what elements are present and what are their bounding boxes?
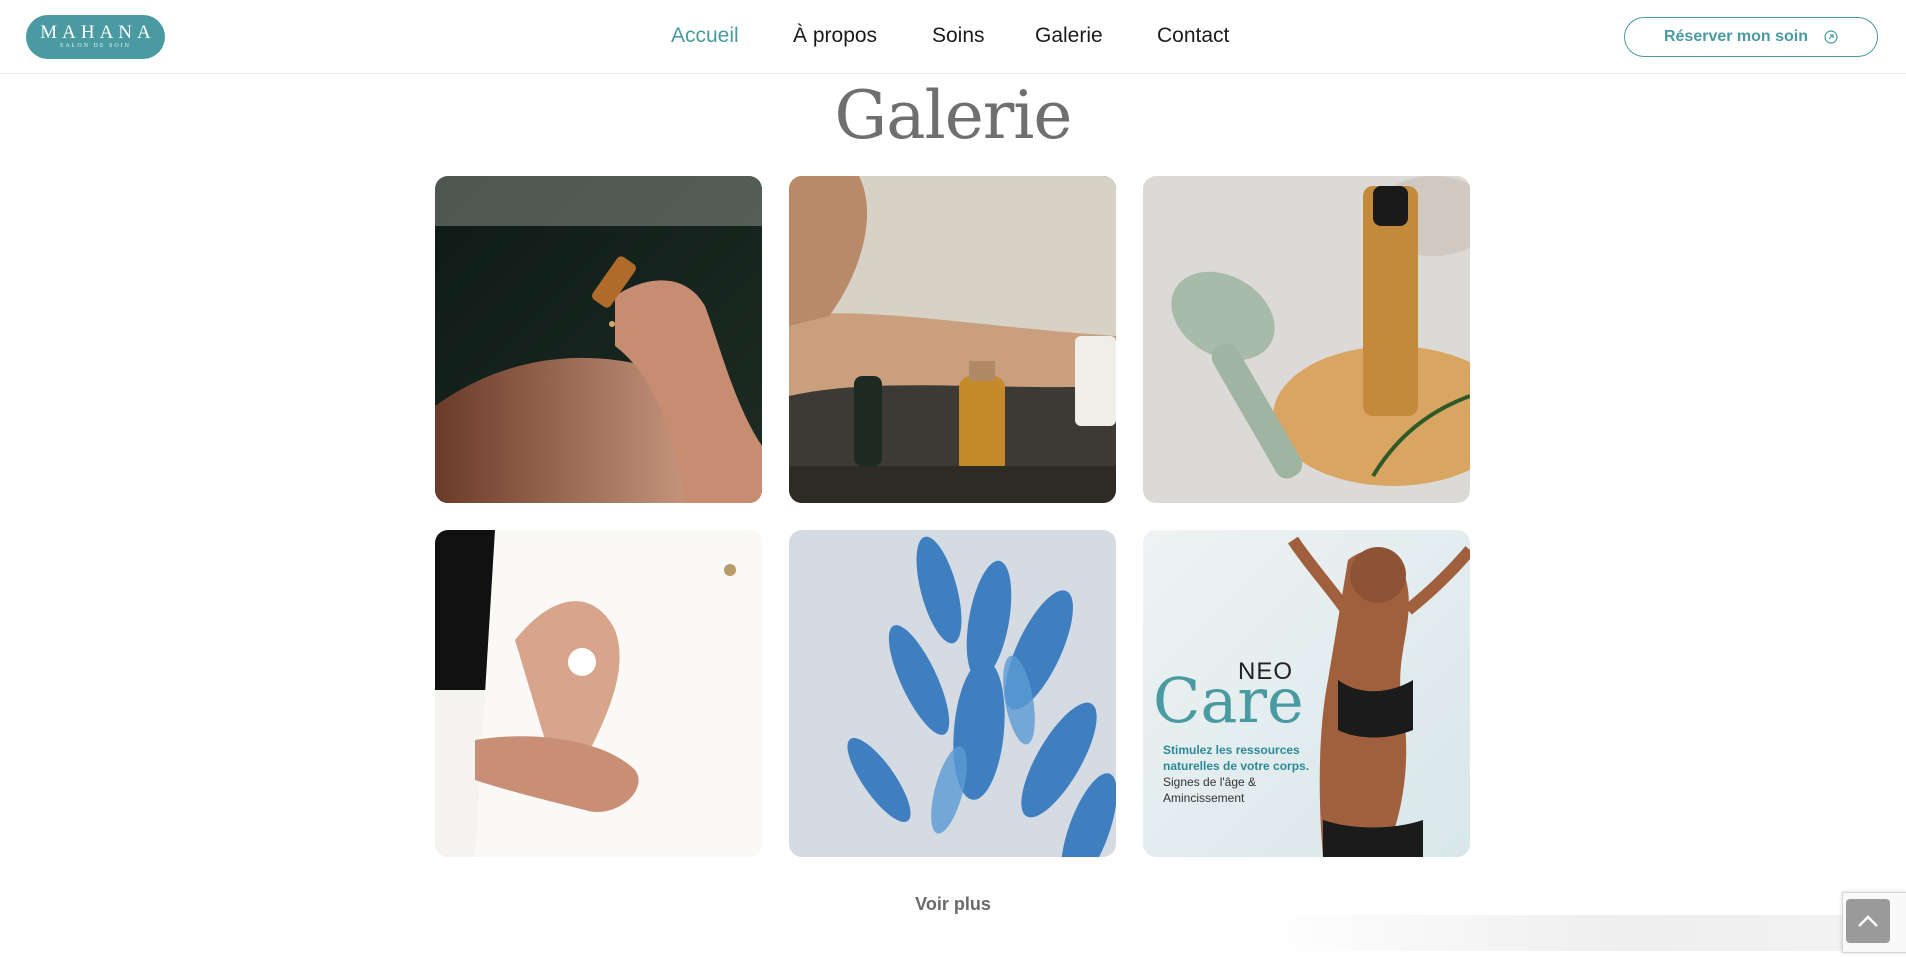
hands-cream-photo — [435, 530, 762, 857]
neo-care-line-2: naturelles de votre corps. — [1163, 759, 1310, 773]
gallery-image-5[interactable] — [789, 530, 1116, 857]
jade-roller-serum-photo — [1143, 176, 1470, 503]
nav-item-accueil[interactable]: Accueil — [671, 21, 739, 51]
nav-item-soins[interactable]: Soins — [932, 21, 985, 51]
arrow-up-right-circle-icon — [1824, 30, 1838, 44]
nav-item-contact[interactable]: Contact — [1157, 21, 1229, 51]
oil-bottles-arm-photo — [789, 176, 1116, 503]
gallery-image-4[interactable] — [435, 530, 762, 857]
neo-care-line-4: Amincissement — [1163, 791, 1245, 805]
gallery-image-3[interactable] — [1143, 176, 1470, 503]
chevron-up-icon — [1858, 915, 1878, 927]
scroll-to-top-button[interactable] — [1846, 899, 1890, 943]
nav-item-galerie[interactable]: Galerie — [1035, 21, 1103, 51]
reserve-button-label: Réserver mon soin — [1663, 28, 1809, 45]
voir-plus-link[interactable]: Voir plus — [0, 894, 1906, 915]
serum-dropper-hands-photo — [435, 176, 762, 503]
main-nav: Accueil À propos Soins Galerie Contact — [0, 21, 1906, 51]
blue-bunny-tails-photo — [789, 530, 1116, 857]
gallery-image-6[interactable]: NEO Care Stimulez les ressources naturel… — [1143, 530, 1470, 857]
reserve-button[interactable]: Réserver mon soin — [1624, 17, 1878, 57]
gallery-image-2[interactable] — [789, 176, 1116, 503]
nav-item-a-propos[interactable]: À propos — [793, 21, 877, 51]
site-header: MAHANA SALON DE SOIN Accueil À propos So… — [0, 0, 1906, 74]
neo-care-brand-big: Care — [1153, 664, 1304, 737]
gallery-title: Galerie — [834, 77, 1073, 154]
neo-care-line-1: Stimulez les ressources — [1163, 743, 1300, 757]
bottom-background — [1260, 915, 1880, 951]
gallery-image-1[interactable] — [435, 176, 762, 503]
neo-care-line-3: Signes de l'âge & — [1163, 775, 1257, 789]
neo-care-text: Stimulez les ressources naturelles de vo… — [1163, 742, 1309, 806]
